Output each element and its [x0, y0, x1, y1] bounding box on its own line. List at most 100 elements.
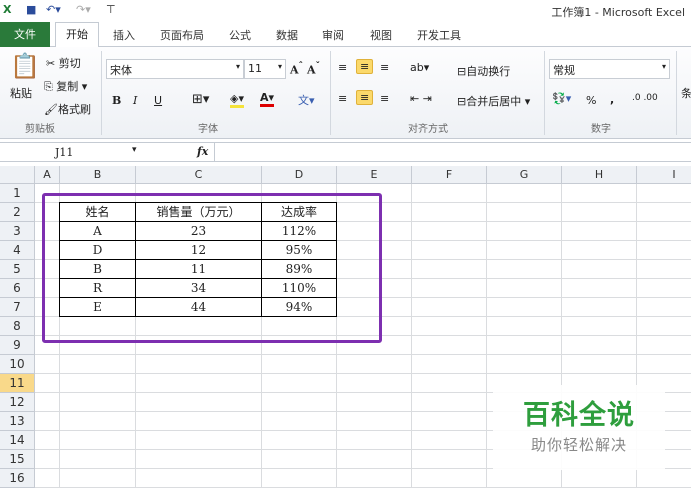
font-name-value: 宋体 [110, 64, 132, 77]
column-header[interactable]: I [637, 166, 691, 184]
customize-qat-icon[interactable]: ⊤ [106, 3, 116, 16]
tab-insert[interactable]: 插入 [113, 27, 135, 43]
merge-center-label: 合并后居中 [466, 95, 522, 108]
align-center-icon[interactable]: ≡ [356, 90, 374, 105]
align-bottom-icon[interactable]: ≡ [380, 61, 389, 74]
row-header[interactable]: 5 [0, 260, 35, 279]
insert-function-button[interactable]: fx [197, 145, 208, 158]
row-header[interactable]: 7 [0, 298, 35, 317]
row-header[interactable]: 8 [0, 317, 35, 336]
tab-formulas[interactable]: 公式 [229, 27, 251, 43]
column-header[interactable]: A [35, 166, 60, 184]
window-title: 工作簿1 - Microsoft Excel [551, 6, 685, 19]
divider [676, 51, 677, 135]
font-group-label: 字体 [198, 124, 218, 135]
watermark: 百科全说 助你轻松解决 [493, 385, 665, 470]
percent-button[interactable]: % [586, 94, 596, 107]
fill-color-icon[interactable]: ◈▾ [230, 92, 244, 108]
format-painter-button[interactable]: 🖌格式刷 [44, 101, 91, 117]
column-header[interactable]: E [337, 166, 412, 184]
row-header[interactable]: 4 [0, 241, 35, 260]
font-size-value: 11 [248, 62, 262, 75]
cut-label: 剪切 [58, 57, 81, 70]
number-format-value: 常规 [553, 64, 575, 77]
tab-home[interactable]: 开始 [55, 22, 99, 48]
row-header[interactable]: 11 [0, 374, 35, 393]
watermark-subtitle: 助你轻松解决 [530, 436, 627, 454]
row-header[interactable]: 1 [0, 184, 35, 203]
column-header[interactable]: B [60, 166, 136, 184]
tab-data[interactable]: 数据 [276, 27, 298, 43]
align-left-icon[interactable]: ≡ [338, 92, 347, 105]
chevron-down-icon: ▾ [277, 62, 282, 71]
merge-center-button[interactable]: ⊟合并后居中 ▾ [457, 93, 530, 109]
column-header[interactable]: F [412, 166, 487, 184]
conditional-format-partial[interactable]: 条 [681, 85, 691, 101]
italic-button[interactable]: I [133, 94, 137, 107]
paste-icon[interactable]: 📋 [10, 52, 40, 80]
divider [101, 51, 102, 135]
cut-button[interactable]: ✂ 剪切 [46, 55, 81, 71]
column-header[interactable]: G [487, 166, 562, 184]
divider [544, 51, 545, 135]
row-header[interactable]: 10 [0, 355, 35, 374]
align-middle-icon[interactable]: ≡ [356, 59, 374, 74]
formula-bar: J11 ▾ fx [0, 142, 691, 162]
tab-page-layout[interactable]: 页面布局 [160, 27, 204, 43]
number-format-select[interactable]: 常规 ▾ [549, 59, 670, 79]
save-icon[interactable]: ■ [26, 3, 36, 16]
font-color-icon[interactable]: A▾ [260, 91, 275, 107]
phonetic-icon[interactable]: 文▾ [298, 92, 315, 108]
gridline [486, 184, 487, 488]
chevron-down-icon[interactable]: ▾ [132, 145, 137, 155]
align-top-icon[interactable]: ≡ [338, 61, 347, 74]
row-header[interactable]: 6 [0, 279, 35, 298]
gridline [35, 354, 691, 355]
watermark-title: 百科全说 [523, 400, 635, 431]
indent-icon[interactable]: ⇤ ⇥ [410, 92, 432, 105]
row-header[interactable]: 2 [0, 203, 35, 222]
clipboard-group-label: 剪贴板 [25, 124, 55, 135]
decimal-icon[interactable]: .0 .00 [632, 93, 658, 103]
undo-icon[interactable]: ↶▾ [46, 3, 61, 16]
column-header[interactable]: C [136, 166, 262, 184]
grow-font-icon[interactable]: Aˆ Aˇ [290, 61, 320, 77]
currency-icon[interactable]: 💱▾ [552, 92, 571, 105]
bold-button[interactable]: B [112, 94, 121, 107]
row-header[interactable]: 15 [0, 450, 35, 469]
row-header[interactable]: 14 [0, 431, 35, 450]
font-name-select[interactable]: 宋体 ▾ [106, 59, 244, 79]
row-header[interactable]: 16 [0, 469, 35, 488]
tab-view[interactable]: 视图 [370, 27, 392, 43]
row-header[interactable]: 9 [0, 336, 35, 355]
comma-button[interactable]: , [610, 93, 614, 106]
redo-icon[interactable]: ↷▾ [76, 3, 91, 16]
column-header[interactable]: D [262, 166, 337, 184]
copy-label: 复制 [56, 80, 79, 93]
alignment-group-label: 对齐方式 [408, 124, 448, 135]
name-box[interactable]: J11 [55, 146, 73, 159]
paste-button[interactable]: 粘贴 [10, 85, 32, 101]
borders-icon[interactable]: ⊞▾ [192, 92, 209, 107]
align-right-icon[interactable]: ≡ [380, 92, 389, 105]
tab-developer[interactable]: 开发工具 [417, 27, 461, 43]
select-all-corner[interactable] [0, 166, 35, 184]
gridline [411, 184, 412, 488]
column-header[interactable]: H [562, 166, 637, 184]
row-header[interactable]: 13 [0, 412, 35, 431]
excel-icon: X [3, 3, 12, 16]
tab-file[interactable]: 文件 [0, 22, 50, 47]
format-painter-label: 格式刷 [57, 103, 91, 116]
wrap-text-button[interactable]: ⊟自动换行 [457, 63, 510, 79]
underline-button[interactable]: U [154, 94, 162, 107]
chevron-down-icon: ▾ [235, 62, 240, 71]
formula-input[interactable] [214, 143, 691, 161]
font-size-select[interactable]: 11 ▾ [244, 59, 286, 79]
tab-review[interactable]: 审阅 [322, 27, 344, 43]
number-group-label: 数字 [591, 124, 611, 135]
copy-button[interactable]: ⎘ 复制 ▾ [44, 78, 87, 94]
row-header[interactable]: 12 [0, 393, 35, 412]
orientation-icon[interactable]: ab▾ [410, 61, 429, 74]
highlight-rectangle [42, 193, 382, 343]
row-header[interactable]: 3 [0, 222, 35, 241]
